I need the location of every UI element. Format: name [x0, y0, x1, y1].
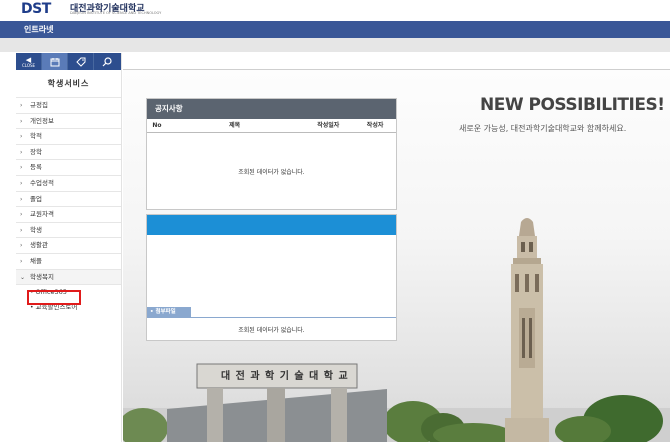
attachment-panel: • 첨부파일 조회된 데이터가 없습니다. [146, 214, 397, 341]
divider [123, 69, 670, 70]
sidebar: ◀ CLOSE 학생서비스 › 규정집 › 개인정보 › 학적 › 장학 › 등… [16, 53, 122, 442]
sidebar-item-label: 수업성적 [30, 178, 54, 187]
logo-mark: DST [21, 1, 51, 17]
sidebar-item-label: 졸업 [30, 194, 42, 203]
logo-bar: DST 대전과학기술대학교 DAEJEON INSTITUTE OF SCIEN… [0, 0, 670, 21]
top-nav-bar: 인트라넷 [0, 21, 670, 38]
subheadline: 새로운 가능성, 대전과학기술대학교와 함께하세요. [459, 124, 627, 133]
bullet-icon: • [30, 304, 34, 312]
sidebar-item-dormitory[interactable]: › 생활관 [16, 238, 121, 254]
notice-title[interactable]: 공지사항 [147, 99, 396, 119]
sidebar-item-registration[interactable]: › 등록 [16, 160, 121, 176]
main-content: NEW POSSIBILITIES! 새로운 가능성, 대전과학기술대학교와 함… [123, 53, 670, 442]
sidebar-item-grades[interactable]: › 수업성적 [16, 176, 121, 192]
clock-tower [505, 218, 549, 442]
page: DST 대전과학기술대학교 DAEJEON INSTITUTE OF SCIEN… [0, 0, 670, 442]
notice-table-header: No 제목 작성일자 작성자 [147, 119, 396, 133]
sidebar-item-regulations[interactable]: › 규정집 [16, 98, 121, 114]
highlight-box [27, 290, 81, 305]
chevron-right-icon: › [20, 179, 23, 187]
sub-nav-bar [0, 38, 670, 52]
panel-header [147, 215, 396, 235]
sidebar-item-academic-record[interactable]: › 학적 [16, 129, 121, 145]
attachment-tab[interactable]: • 첨부파일 [147, 307, 191, 318]
chevron-right-icon: › [20, 117, 23, 125]
empty-message: 조회된 데이터가 없습니다. [238, 169, 305, 176]
search-button[interactable] [94, 53, 120, 70]
search-icon [102, 56, 112, 66]
sidebar-item-label: 채플 [30, 256, 42, 265]
chevron-right-icon: › [20, 148, 23, 156]
chevron-right-icon: › [20, 226, 23, 234]
column-no: No [152, 122, 162, 129]
chevron-right-icon: › [20, 164, 23, 172]
sidebar-item-label: 장학 [30, 147, 42, 156]
logo-subtext: DAEJEON INSTITUTE OF SCIENCE AND TECHNOL… [70, 11, 162, 15]
sidebar-toolbar: ◀ CLOSE [16, 53, 121, 70]
notice-board: 공지사항 No 제목 작성일자 작성자 조회된 데이터가 없습니다. [146, 98, 397, 210]
chevron-right-icon: › [20, 242, 23, 250]
sidebar-item-personal-info[interactable]: › 개인정보 [16, 114, 121, 130]
column-date: 작성일자 [317, 122, 340, 129]
chevron-right-icon: › [20, 102, 23, 109]
tag-icon [75, 57, 85, 67]
logo[interactable]: DST [21, 1, 51, 17]
chevron-right-icon: › [20, 211, 23, 219]
chevron-right-icon: › [20, 133, 23, 141]
chevron-down-icon: ⌄ [20, 273, 26, 281]
sidebar-item-chapel[interactable]: › 채플 [16, 254, 121, 270]
column-title: 제목 [229, 122, 241, 129]
tag-button[interactable] [68, 53, 94, 70]
sidebar-item-scholarship[interactable]: › 장학 [16, 145, 121, 161]
empty-message: 조회된 데이터가 없습니다. [238, 327, 305, 334]
sidebar-item-teacher-cert[interactable]: › 교원자격 [16, 207, 121, 223]
sidebar-item-graduation[interactable]: › 졸업 [16, 192, 121, 208]
calendar-icon [50, 57, 59, 66]
sidebar-item-label: 규정집 [30, 101, 48, 109]
sidebar-item-label: 학생복지 [30, 272, 54, 281]
chevron-right-icon: › [20, 195, 23, 203]
sidebar-item-student-welfare[interactable]: ⌄ 학생복지 [16, 269, 121, 286]
attachment-label: 첨부파일 [155, 309, 176, 315]
headline: NEW POSSIBILITIES! [480, 95, 665, 115]
calendar-button[interactable] [42, 53, 68, 70]
column-writer: 작성자 [366, 122, 384, 129]
sidebar-item-label: 교원자격 [30, 210, 54, 219]
sidebar-item-label: 학생 [30, 225, 42, 234]
close-label: CLOSE [21, 62, 36, 68]
sidebar-item-label: 등록 [30, 163, 42, 172]
campus-gate [167, 363, 387, 442]
sidebar-title: 학생서비스 [16, 70, 121, 98]
sidebar-item-label: 학적 [30, 132, 42, 141]
sidebar-item-label: 생활관 [30, 241, 48, 250]
intranet-title[interactable]: 인트라넷 [24, 24, 53, 35]
gate-sign: 대 전 과 학 기 술 대 학 교 [221, 371, 349, 382]
sidebar-item-label: 개인정보 [30, 116, 54, 125]
sidebar-item-student[interactable]: › 학생 [16, 223, 121, 239]
divider [191, 317, 396, 318]
close-button[interactable]: ◀ CLOSE [16, 53, 42, 70]
chevron-right-icon: › [20, 257, 23, 265]
